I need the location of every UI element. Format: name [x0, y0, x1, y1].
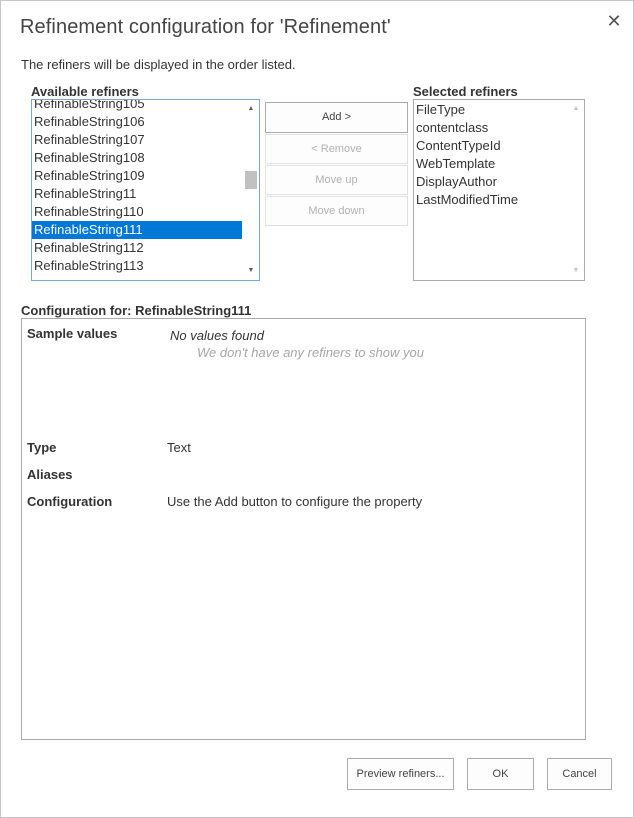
selected-refiners-label: Selected refiners: [413, 84, 518, 99]
move-down-button[interactable]: Move down: [265, 196, 408, 226]
move-up-button[interactable]: Move up: [265, 165, 408, 195]
add-button[interactable]: Add >: [265, 102, 408, 133]
sample-values-note: We don't have any refiners to show you: [197, 345, 424, 360]
selected-refiner-item[interactable]: ContentTypeId: [414, 137, 518, 155]
close-icon[interactable]: ✕: [604, 11, 624, 31]
available-refiner-item[interactable]: RefinableString11: [32, 185, 242, 203]
scroll-thumb[interactable]: [245, 171, 257, 189]
scroll-down-icon[interactable]: ▼: [568, 264, 584, 278]
preview-refiners-button[interactable]: Preview refiners...: [347, 758, 454, 790]
available-refiners-list[interactable]: RefinableString105 RefinableString106 Refi…: [31, 99, 260, 281]
selected-refiner-item[interactable]: LastModifiedTime: [414, 191, 518, 209]
remove-button[interactable]: < Remove: [265, 134, 408, 164]
available-refiner-item[interactable]: RefinableString111: [32, 221, 242, 239]
available-refiner-item[interactable]: RefinableString113: [32, 257, 242, 275]
configuration-label: Configuration: [27, 494, 113, 509]
sample-values-label: Sample values: [27, 326, 118, 341]
selected-scrollbar[interactable]: ▲ ▼: [568, 100, 584, 280]
available-scrollbar[interactable]: ▲ ▼: [243, 100, 259, 280]
available-refiner-item[interactable]: RefinableString112: [32, 239, 242, 257]
available-refiner-item[interactable]: RefinableString110: [32, 203, 242, 221]
configuration-heading: Configuration for: RefinableString111: [21, 303, 252, 318]
configuration-panel: Sample values No values found We don't h…: [21, 318, 586, 740]
selected-refiner-item[interactable]: DisplayAuthor: [414, 173, 518, 191]
scroll-down-icon[interactable]: ▼: [243, 264, 259, 278]
aliases-label: Aliases: [27, 467, 73, 482]
sample-values-value: No values found: [170, 328, 264, 343]
scroll-up-icon[interactable]: ▲: [568, 102, 584, 116]
selected-refiners-items: FileType contentclass ContentTypeId WebTemp…: [414, 101, 518, 209]
ok-button[interactable]: OK: [467, 758, 534, 790]
cancel-button[interactable]: Cancel: [547, 758, 612, 790]
selected-refiner-item[interactable]: WebTemplate: [414, 155, 518, 173]
available-refiner-item[interactable]: RefinableString108: [32, 149, 242, 167]
refinement-config-dialog: Refinement configuration for 'Refinement…: [0, 0, 634, 818]
scroll-up-icon[interactable]: ▲: [243, 102, 259, 116]
dialog-title: Refinement configuration for 'Refinement…: [20, 16, 391, 38]
available-refiner-item[interactable]: RefinableString109: [32, 167, 242, 185]
selected-refiners-list[interactable]: FileType contentclass ContentTypeId WebTemp…: [413, 99, 585, 281]
selected-refiner-item[interactable]: FileType: [414, 101, 518, 119]
type-label: Type: [27, 440, 57, 455]
available-refiners-items: RefinableString105 RefinableString106 Refi…: [32, 100, 242, 275]
intro-text: The refiners will be displayed in the or…: [21, 57, 296, 72]
available-refiner-item[interactable]: RefinableString107: [32, 131, 242, 149]
available-refiner-item[interactable]: RefinableString105: [32, 100, 242, 113]
type-value: Text: [167, 440, 191, 455]
available-refiners-label: Available refiners: [31, 84, 139, 99]
available-refiner-item[interactable]: RefinableString106: [32, 113, 242, 131]
selected-refiner-item[interactable]: contentclass: [414, 119, 518, 137]
configuration-value: Use the Add button to configure the prop…: [167, 494, 423, 509]
